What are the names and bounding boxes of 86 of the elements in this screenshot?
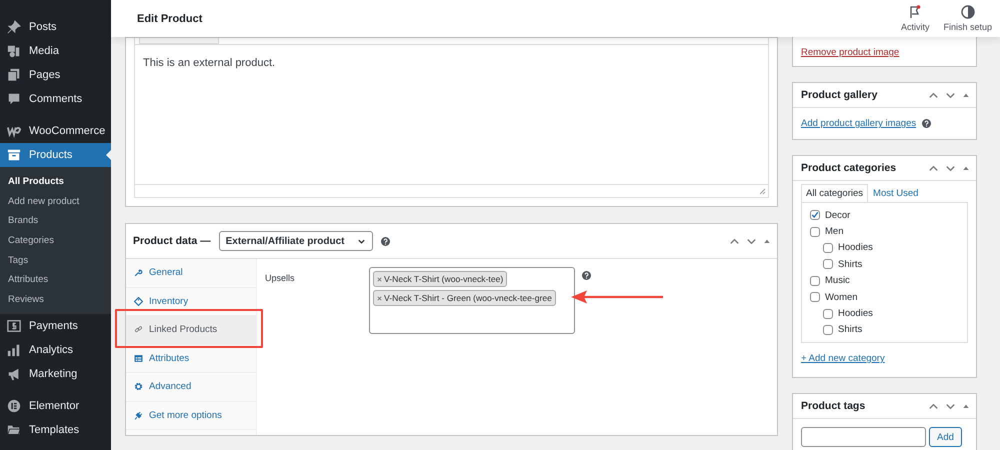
sidebar-item[interactable]: Marketing [0,362,111,386]
submenu-item[interactable]: Brands [0,211,111,231]
page-title: Edit Product [137,12,202,24]
sidebar-item[interactable]: Elementor [0,394,111,418]
half-circle-icon [960,5,975,19]
submenu-item[interactable]: Reviews [0,290,111,310]
add-category-link[interactable]: + Add new category [801,353,885,364]
help-icon[interactable] [582,271,591,280]
category-label: Women [825,292,858,303]
submenu-item[interactable]: Attributes [0,270,111,290]
product-token[interactable]: V-Neck T-Shirt (woo-vneck-tee) [373,271,508,287]
megaphone-icon [7,367,21,382]
sidebar-item[interactable]: Pages [0,63,111,87]
category-label: Shirts [838,324,862,336]
link-icon [134,325,143,334]
product-type-select[interactable]: External/Affiliate product [218,231,372,251]
plug-icon [134,410,143,420]
pin-icon [7,20,21,34]
category-checkbox[interactable] [810,292,820,302]
category-tab[interactable]: All categories [801,184,868,202]
panel-title: Product categories [801,162,896,174]
collapse-toggle-icon[interactable] [962,91,970,99]
caret-icon [356,236,366,246]
collapse-toggle-icon[interactable] [962,164,970,172]
add-tag-button[interactable]: Add [929,427,962,447]
help-icon[interactable] [922,119,932,128]
product-data-tab[interactable]: Get more options [126,402,256,430]
tag-input-field[interactable] [801,427,926,447]
category-label: Hoodies [838,308,873,320]
submenu-item[interactable]: Add new product [0,192,111,212]
category-checkbox[interactable] [810,226,820,237]
wrench-icon [134,268,143,278]
field-label: Upsells [265,273,296,283]
panel-title: Product data — [133,235,211,247]
collapse-toggle-icon[interactable] [962,402,970,410]
sidebar-item[interactable]: Payments [0,314,111,338]
product-data-tab[interactable]: Advanced [126,373,256,402]
comment-icon [7,92,21,106]
flag-icon [908,5,922,19]
panel-title: Product gallery [801,89,878,101]
upsells-field[interactable]: V-Neck T-Shirt (woo-vneck-tee) V-Neck T-Shirt - Green (woo-vneck-tee-gree [369,267,575,334]
resize-handle-icon[interactable] [759,188,766,195]
sidebar-item[interactable]: Comments [0,87,111,111]
category-label: Decor [825,210,850,221]
category-checkbox[interactable] [823,259,833,270]
folder-icon [7,423,21,438]
panel-title: Product tags [801,400,866,412]
sidebar-item[interactable]: WooCommerce [0,119,111,143]
submenu-item[interactable]: Categories [0,230,111,250]
header-action-button[interactable]: Finish setup [943,5,992,32]
category-checkbox[interactable] [823,242,833,253]
submenu-item[interactable]: All Products [0,172,111,192]
product-token[interactable]: V-Neck T-Shirt - Green (woo-vneck-tee-gree [373,290,556,306]
product-data-tab[interactable]: Linked Products [126,316,256,344]
sidebar-item[interactable]: Media [0,39,111,63]
add-gallery-link[interactable]: Add product gallery images [801,118,916,129]
collapse-toggle-icon[interactable] [763,237,771,245]
gear-icon [134,382,143,392]
category-checkbox[interactable] [810,276,820,286]
remove-image-link[interactable]: Remove product image [801,47,900,58]
category-checkbox[interactable] [810,210,820,220]
product-data-tab[interactable]: General [126,259,256,288]
category-label: Men [825,226,844,238]
category-checkbox[interactable] [823,308,833,319]
header-action-button[interactable]: Activity [900,5,930,32]
submenu-item[interactable]: Tags [0,250,111,270]
media-icon [7,44,21,58]
table-icon [134,354,143,363]
bars-icon [7,343,21,358]
help-icon[interactable] [380,236,390,246]
remove-icon[interactable] [377,296,382,300]
category-label: Hoodies [838,242,873,254]
sidebar-item[interactable]: Analytics [0,338,111,362]
tag-icon [134,296,143,306]
category-label: Music [825,275,850,286]
remove-icon[interactable] [377,276,382,282]
archive-icon [7,148,21,162]
sidebar-item[interactable]: Posts [0,15,111,39]
pages-icon [7,68,21,82]
category-checkbox[interactable] [823,324,833,335]
dollar-icon [7,319,21,334]
sidebar-item[interactable]: Templates [0,418,111,442]
category-label: Shirts [838,258,862,270]
product-data-tab[interactable]: Attributes [126,344,256,373]
sidebar-item[interactable]: Products [0,143,111,167]
category-tab[interactable]: Most Used [868,184,924,202]
